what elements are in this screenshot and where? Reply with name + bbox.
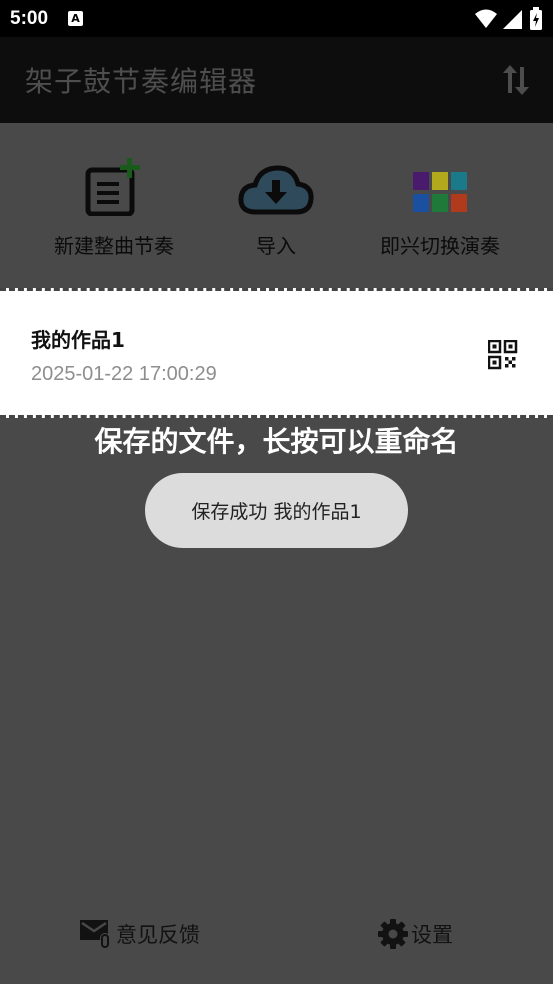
app-title: 架子鼓节奏编辑器 — [25, 65, 258, 98]
cloud-download-icon — [238, 160, 314, 216]
settings-label: 设置 — [411, 923, 453, 947]
settings-button[interactable]: 设置 — [377, 918, 453, 950]
gear-icon — [378, 919, 408, 949]
feedback-button[interactable]: 意见反馈 — [78, 918, 200, 950]
mail-feedback-icon — [80, 920, 110, 949]
new-rhythm-label: 新建整曲节奏 — [54, 234, 174, 258]
save-success-toast: 保存成功 我的作品1 — [145, 473, 408, 548]
battery-icon — [530, 7, 542, 30]
status-icons — [475, 7, 543, 31]
import-button[interactable]: 导入 — [236, 160, 316, 259]
file-date: 2025-01-22 17:00:29 — [31, 363, 217, 385]
file-name: 我的作品1 — [31, 328, 125, 352]
wifi-icon — [475, 9, 497, 28]
new-rhythm-button[interactable]: 新建整曲节奏 — [48, 158, 180, 259]
rename-hint: 保存的文件，长按可以重命名 — [94, 425, 459, 458]
color-grid-icon — [413, 160, 467, 216]
toast-text: 保存成功 我的作品1 — [191, 501, 362, 523]
action-row: 新建整曲节奏 导入 即兴切换演奏 — [0, 158, 553, 270]
improv-switch-button[interactable]: 即兴切换演奏 — [374, 160, 506, 259]
feedback-label: 意见反馈 — [116, 923, 200, 947]
notification-a-icon: A — [68, 11, 84, 26]
signal-icon — [503, 10, 522, 29]
app-bar: 架子鼓节奏编辑器 — [0, 37, 553, 123]
new-document-icon — [83, 158, 145, 216]
file-list-item[interactable]: 我的作品1 2025-01-22 17:00:29 — [0, 288, 553, 418]
import-label: 导入 — [256, 234, 296, 258]
status-time: 5:00 — [10, 7, 49, 29]
status-bar: 5:00 A — [0, 0, 553, 37]
improv-switch-label: 即兴切换演奏 — [380, 234, 500, 258]
sort-arrows-icon[interactable] — [501, 63, 531, 97]
bottom-bar: 意见反馈 设置 — [0, 910, 553, 960]
qr-code-icon[interactable] — [488, 340, 518, 370]
